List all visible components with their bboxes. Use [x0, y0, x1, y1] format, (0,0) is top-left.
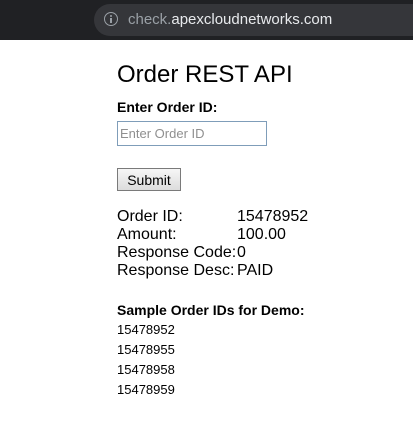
- info-icon[interactable]: [104, 12, 118, 26]
- order-id-input[interactable]: [117, 121, 267, 146]
- page-title: Order REST API: [117, 61, 293, 88]
- sample-id: 15478958: [117, 362, 175, 377]
- url-domain: apexcloudnetworks.com: [171, 11, 333, 28]
- result-amount-label: Amount:: [117, 226, 177, 243]
- result-response-desc-label: Response Desc:: [117, 262, 235, 279]
- submit-button[interactable]: Submit: [117, 168, 181, 191]
- sample-id: 15478952: [117, 322, 175, 337]
- url-subdomain: check.: [128, 11, 172, 28]
- result-order-id-label: Order ID:: [117, 208, 183, 225]
- sample-id: 15478955: [117, 342, 175, 357]
- result-amount-value: 100.00: [237, 226, 286, 243]
- result-response-code-label: Response Code:: [117, 244, 237, 261]
- sample-ids-heading: Sample Order IDs for Demo:: [117, 302, 305, 318]
- result-order-id-value: 15478952: [237, 208, 309, 225]
- sample-ids-list: 15478952 15478955 15478958 15478959: [117, 320, 175, 400]
- result-response-code-value: 0: [237, 244, 246, 261]
- url-text[interactable]: check.apexcloudnetworks.com: [128, 11, 332, 29]
- sample-id: 15478959: [117, 382, 175, 397]
- order-id-label: Enter Order ID:: [117, 99, 218, 115]
- result-response-desc-value: PAID: [237, 262, 274, 279]
